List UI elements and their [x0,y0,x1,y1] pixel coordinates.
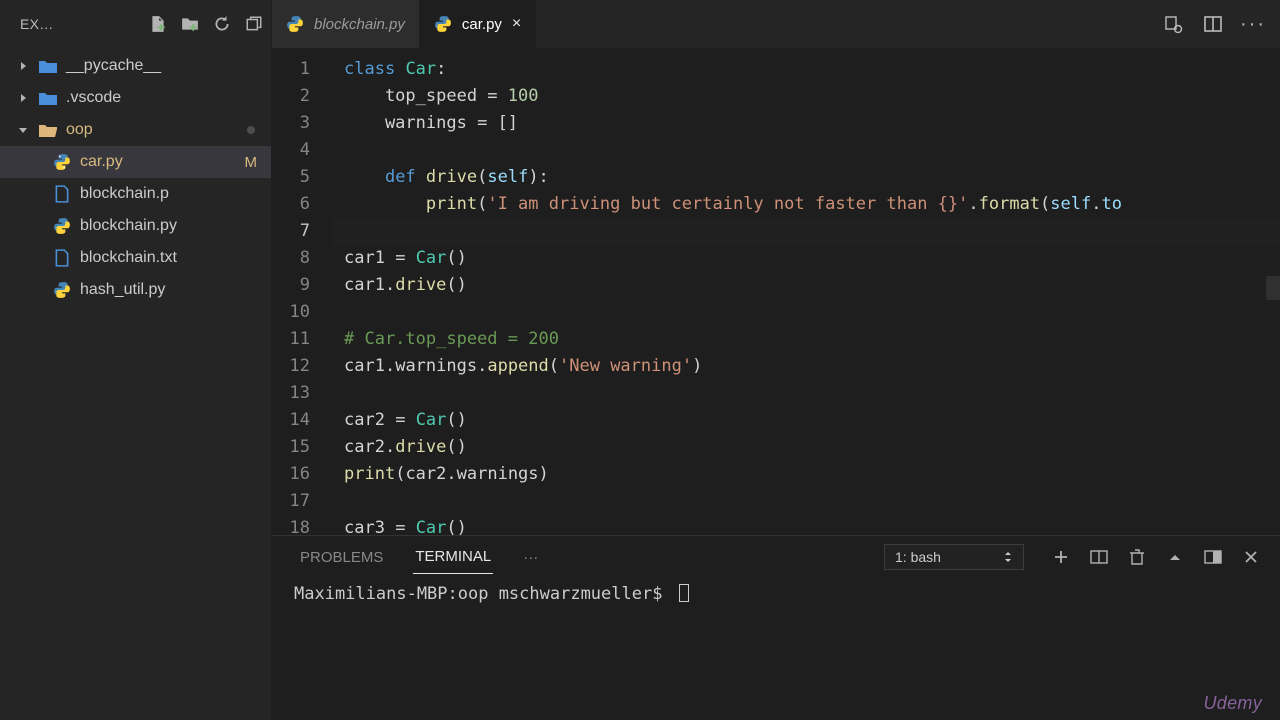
python-file-icon [52,153,72,171]
tree-label: blockchain.txt [80,249,263,267]
panel-tab-problems[interactable]: PROBLEMS [298,541,385,574]
refresh-icon[interactable] [213,15,231,33]
chevron-right-icon [16,61,30,71]
tree-label: hash_util.py [80,281,263,299]
bottom-panel: PROBLEMS TERMINAL ··· 1: bash [272,535,1280,720]
file-icon [52,185,72,203]
terminal-cursor [679,584,689,602]
editor-actions: ··· [1146,0,1280,48]
git-modified-badge: M [245,154,264,171]
panel-tab-more[interactable]: ··· [521,541,540,574]
panel-tab-terminal[interactable]: TERMINAL [413,540,493,574]
compare-changes-icon[interactable] [1162,13,1184,35]
new-folder-icon[interactable] [181,15,199,33]
tree-label: blockchain.py [80,217,263,235]
tab-label: car.py [462,16,502,33]
terminal-select[interactable]: 1: bash [884,544,1024,570]
split-editor-icon[interactable] [1202,13,1224,35]
maximize-panel-icon[interactable] [1166,548,1184,566]
python-file-icon [434,15,452,33]
tree-file-hashutil[interactable]: hash_util.py [0,274,271,306]
chevron-down-icon [16,125,30,135]
minimap[interactable] [1186,98,1276,218]
code-editor[interactable]: 123456789101112131415161718 class Car: t… [272,48,1280,535]
line-number-gutter: 123456789101112131415161718 [272,48,332,535]
explorer-header: EX… [0,0,271,48]
python-file-icon [286,15,304,33]
tree-folder-pycache[interactable]: __pycache__ [0,50,271,82]
close-icon[interactable]: × [512,15,521,33]
tab-bar: blockchain.py car.py × ··· [272,0,1280,48]
tree-folder-oop[interactable]: oop [0,114,271,146]
terminal-select-label: 1: bash [895,549,941,565]
tab-blockchain[interactable]: blockchain.py [272,0,420,48]
tree-folder-vscode[interactable]: .vscode [0,82,271,114]
scrollbar-thumb[interactable] [1266,276,1280,300]
tree-file-blockchain-py[interactable]: blockchain.py [0,210,271,242]
terminal-output[interactable]: Maximilians-MBP:oop mschwarzmueller$ [272,578,1280,720]
tree-label: blockchain.p [80,185,263,203]
tree-file-car[interactable]: car.py M [0,146,271,178]
python-file-icon [52,217,72,235]
kill-terminal-icon[interactable] [1128,548,1146,566]
tree-label: __pycache__ [66,57,263,75]
folder-icon [38,91,58,105]
split-terminal-icon[interactable] [1090,548,1108,566]
folder-icon [38,59,58,73]
terminal-prompt: Maximilians-MBP:oop mschwarzmueller$ [294,584,662,604]
folder-open-icon [38,123,58,137]
more-icon[interactable]: ··· [1242,13,1264,35]
collapse-all-icon[interactable] [245,15,263,33]
tree-label: .vscode [66,89,263,107]
watermark: Udemy [1203,693,1262,714]
chevron-right-icon [16,93,30,103]
tree-file-blockchain-p[interactable]: blockchain.p [0,178,271,210]
editor-group: blockchain.py car.py × ··· 123 [272,0,1280,720]
close-panel-icon[interactable] [1242,548,1260,566]
tree-file-blockchain-txt[interactable]: blockchain.txt [0,242,271,274]
chevron-updown-icon [1003,550,1013,564]
new-terminal-icon[interactable] [1052,548,1070,566]
tab-car[interactable]: car.py × [420,0,536,48]
python-file-icon [52,281,72,299]
file-tree: __pycache__ .vscode oop [0,48,271,306]
new-file-icon[interactable] [149,15,167,33]
explorer-sidebar: EX… __pycache__ [0,0,272,720]
tab-label: blockchain.py [314,16,405,33]
file-icon [52,249,72,267]
panel-tab-bar: PROBLEMS TERMINAL ··· 1: bash [272,536,1280,578]
tree-label: car.py [80,153,237,171]
modified-dot-icon [247,126,255,134]
code-content[interactable]: class Car: top_speed = 100 warnings = []… [332,48,1280,535]
explorer-title: EX… [20,16,135,32]
tree-label: oop [66,121,239,139]
toggle-panel-icon[interactable] [1204,548,1222,566]
